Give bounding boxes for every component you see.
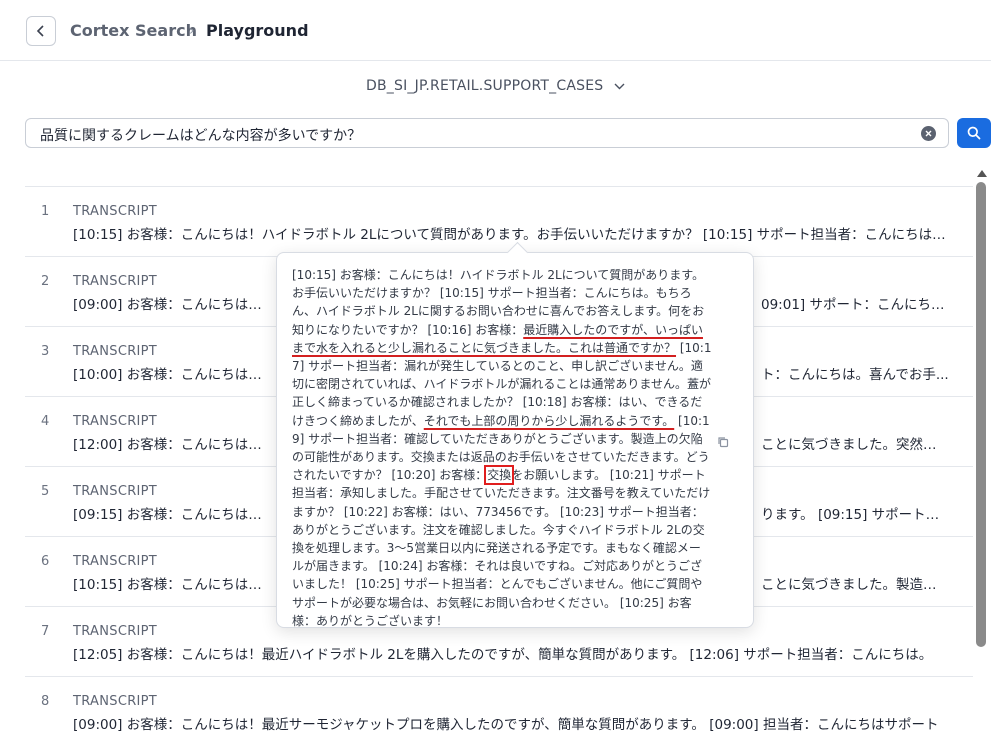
- search-input[interactable]: 品質に関するクレームはどんな内容が多いですか？: [25, 118, 949, 148]
- transcript-popover: [10:15] お客様：こんにちは！ハイドラボトル 2Lについて質問があります。…: [276, 241, 754, 630]
- result-text: [12:00] お客様：こんにちは、最: [73, 437, 273, 453]
- result-type: TRANSCRIPT: [73, 204, 158, 219]
- result-text: [10:15] お客様：こんにちは、最: [73, 577, 273, 593]
- scrollbar-thumb[interactable]: [976, 182, 986, 647]
- result-type: TRANSCRIPT: [73, 344, 158, 359]
- result-text-tail: ことに気づきました。製造上...: [761, 577, 949, 593]
- page-header: Cortex Search › Playground: [0, 0, 991, 61]
- copy-button[interactable]: [717, 433, 729, 452]
- result-text: [09:00] お客様：こんにちは！最: [73, 297, 273, 313]
- result-type: TRANSCRIPT: [73, 274, 158, 289]
- search-button[interactable]: [957, 118, 991, 148]
- transcript-full-text: [10:15] お客様：こんにちは！ハイドラボトル 2Lについて質問があります。…: [292, 266, 712, 630]
- clear-search-button[interactable]: [921, 126, 936, 141]
- result-type: TRANSCRIPT: [73, 554, 158, 569]
- result-number: 2: [41, 274, 50, 289]
- clear-circle-icon: [925, 130, 932, 137]
- result-type: TRANSCRIPT: [73, 484, 158, 499]
- result-text-tail: ト：こんにちは。喜んでお手...: [761, 367, 949, 383]
- back-button[interactable]: [26, 16, 56, 46]
- result-text-tail: ことに気づきました。突然現...: [761, 437, 949, 453]
- result-number: 4: [41, 414, 50, 429]
- result-text: [10:15] お客様：こんにちは！ハイドラボトル 2Lについて質問があります。…: [73, 227, 949, 243]
- result-row[interactable]: 1 TRANSCRIPT [10:15] お客様：こんにちは！ハイドラボトル 2…: [25, 186, 973, 256]
- chevron-left-icon: [36, 25, 44, 37]
- breadcrumb-separator: ›: [189, 23, 195, 39]
- result-type: TRANSCRIPT: [73, 694, 158, 709]
- result-type: TRANSCRIPT: [73, 624, 158, 639]
- result-number: 5: [41, 484, 50, 499]
- chevron-down-icon: [614, 83, 625, 89]
- result-text: [10:00] お客様：こんにちは！先: [73, 367, 273, 383]
- result-text: [09:00] お客様：こんにちは！最近サーモジャケットプロを購入したのですが、…: [73, 717, 939, 733]
- result-text-tail: 09:01] サポート：こんにちは...: [761, 297, 949, 313]
- table-selector-label: DB_SI_JP.RETAIL.SUPPORT_CASES: [366, 78, 604, 94]
- breadcrumb-cortex-search[interactable]: Cortex Search: [70, 21, 197, 40]
- search-icon: [967, 126, 981, 140]
- result-number: 1: [41, 204, 50, 219]
- result-row[interactable]: 8 TRANSCRIPT [09:00] お客様：こんにちは！最近サーモジャケッ…: [25, 676, 973, 746]
- table-selector[interactable]: DB_SI_JP.RETAIL.SUPPORT_CASES: [0, 78, 991, 94]
- scroll-up-arrow-icon[interactable]: [977, 170, 987, 177]
- result-number: 6: [41, 554, 50, 569]
- result-number: 7: [41, 624, 50, 639]
- transcript-segment: をお願いします。 [10:21] サポート担当者：承知しました。手配させていただ…: [292, 468, 711, 628]
- result-text: [12:05] お客様：こんにちは！最近ハイドラボトル 2Lを購入したのですが、…: [73, 647, 933, 663]
- boxed-keyword: 交換: [484, 465, 515, 486]
- result-number: 8: [41, 694, 50, 709]
- highlighted-phrase: それでも上部の周りから少し漏れるようです。: [423, 413, 675, 428]
- scrollbar[interactable]: [973, 168, 991, 727]
- result-number: 3: [41, 344, 50, 359]
- copy-icon: [718, 437, 729, 448]
- result-text: [09:15] お客様：こんにちは！最: [73, 507, 273, 523]
- result-type: TRANSCRIPT: [73, 414, 158, 429]
- page-title: Playground: [206, 21, 309, 40]
- result-text-tail: ります。 [09:15] サポート担...: [761, 507, 949, 523]
